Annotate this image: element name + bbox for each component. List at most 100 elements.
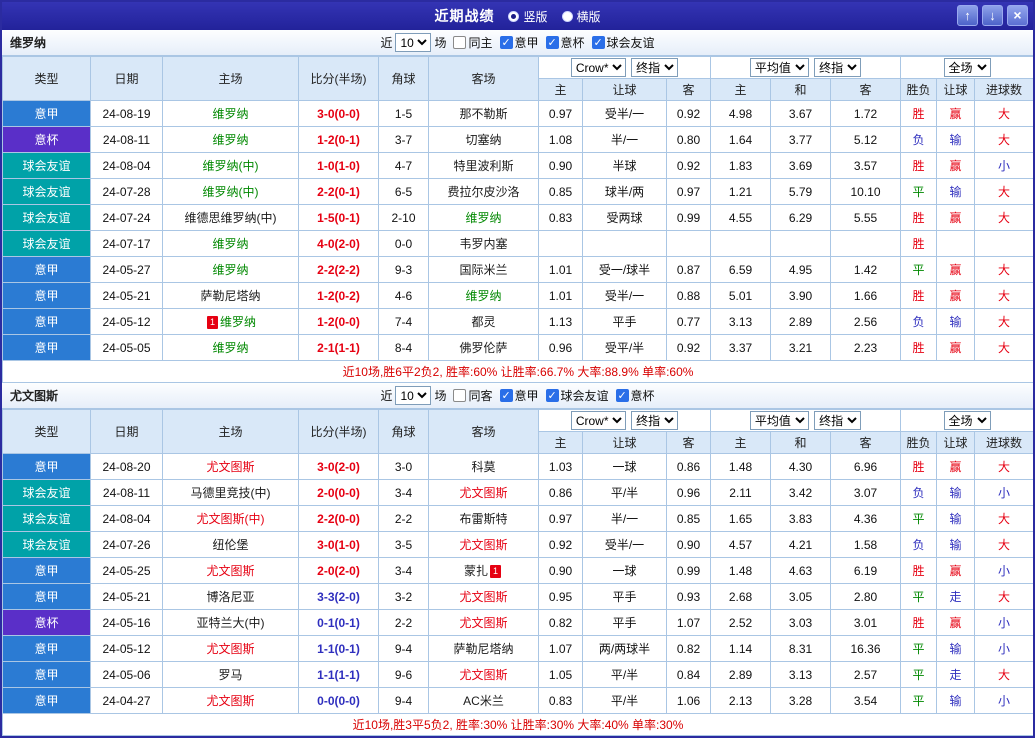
col-header-corner: 角球 — [378, 56, 429, 101]
layout-radio-horizontal[interactable]: 横版 — [561, 8, 601, 25]
odds-handicap-cell: 平/半 — [582, 687, 667, 714]
odds-away-cell — [666, 230, 711, 257]
same-home-checkbox[interactable]: 同主 — [453, 34, 493, 51]
team-name[interactable]: 尤文图斯 — [206, 694, 254, 708]
league-cell: 意杯 — [2, 126, 91, 153]
checkbox-checked-icon — [545, 389, 559, 402]
close-button[interactable]: × — [1007, 5, 1028, 26]
league-filter-checkbox-1[interactable]: 球会友谊 — [545, 387, 609, 404]
league-filter-checkbox-2[interactable]: 意杯 — [615, 387, 655, 404]
layout-radio-vertical[interactable]: 竖版 — [508, 8, 548, 25]
checkbox-checked-icon — [499, 36, 513, 49]
odds-stage-select-2[interactable]: 终指 — [814, 411, 862, 430]
league-cell: 意杯 — [2, 609, 91, 636]
sub-header-away-avg: 客 — [829, 78, 902, 101]
team-name[interactable]: 维罗纳 — [465, 289, 501, 303]
avg-draw-cell: 3.69 — [770, 152, 831, 179]
fulltime-select[interactable]: 全场 — [943, 411, 991, 430]
league-filter-checkbox-0[interactable]: 意甲 — [499, 387, 539, 404]
team-name[interactable]: 尤文图斯 — [459, 590, 507, 604]
team-name[interactable]: 维罗纳 — [212, 107, 248, 121]
sub-header-home-avg: 主 — [710, 78, 771, 101]
team-name[interactable]: 尤文图斯 — [206, 460, 254, 474]
team-name[interactable]: 维罗纳 — [212, 341, 248, 355]
team-name[interactable]: 尤文图斯 — [459, 486, 507, 500]
league-filter-checkbox-1[interactable]: 意杯 — [545, 34, 585, 51]
team-name[interactable]: 马德里竞技(中) — [191, 486, 271, 500]
team-name[interactable]: 韦罗内塞 — [459, 237, 507, 251]
match-row: 意杯 24-05-16 亚特兰大(中) 0-1(0-1) 2-2 尤文图斯 0.82 平手 1.… — [2, 609, 1033, 636]
bookmaker-select[interactable]: Crow* — [570, 411, 626, 430]
team-name[interactable]: 都灵 — [471, 315, 495, 329]
team-name[interactable]: 蒙扎 — [464, 564, 488, 578]
scroll-up-button[interactable]: ↑ — [957, 5, 978, 26]
radio-unselected-icon — [561, 10, 573, 22]
odds-home-cell: 0.82 — [538, 609, 583, 636]
team-name[interactable]: 切塞纳 — [465, 133, 501, 147]
match-count-select[interactable]: 10 — [395, 386, 432, 405]
team-name[interactable]: 萨勒尼塔纳 — [200, 289, 260, 303]
average-select[interactable]: 平均值 — [749, 58, 809, 77]
team-name[interactable]: 科莫 — [471, 460, 495, 474]
away-cell: 尤文图斯 — [428, 583, 539, 610]
odds-stage-select-2[interactable]: 终指 — [814, 58, 862, 77]
sub-header-handicap: 让球 — [582, 431, 667, 454]
match-row: 意甲 24-04-27 尤文图斯 0-0(0-0) 9-4 AC米兰 0.83 平/半 1.06… — [2, 687, 1033, 714]
league-cell: 球会友谊 — [2, 505, 91, 532]
bookmaker-select[interactable]: Crow* — [570, 58, 626, 77]
team-name[interactable]: 维罗纳(中) — [203, 185, 259, 199]
team-name[interactable]: 尤文图斯(中) — [197, 512, 265, 526]
team-name[interactable]: 国际米兰 — [459, 263, 507, 277]
team-name[interactable]: 维罗纳 — [465, 211, 501, 225]
team-name[interactable]: 博洛尼亚 — [206, 590, 254, 604]
col-header-score: 比分(半场) — [298, 56, 379, 101]
match-count-select[interactable]: 10 — [395, 33, 432, 52]
avg-home-cell — [710, 230, 771, 257]
date-cell: 24-05-21 — [90, 282, 163, 309]
team-name[interactable]: 尤文图斯 — [459, 668, 507, 682]
team-name[interactable]: 尤文图斯 — [206, 642, 254, 656]
odds-away-cell: 0.92 — [666, 100, 711, 127]
team-name[interactable]: 萨勒尼塔纳 — [453, 642, 513, 656]
team-name[interactable]: 维罗纳(中) — [203, 159, 259, 173]
team-name[interactable]: 罗马 — [218, 668, 242, 682]
team-name[interactable]: AC米兰 — [463, 694, 504, 708]
team-name[interactable]: 亚特兰大(中) — [197, 616, 265, 630]
team-name[interactable]: 纽伦堡 — [212, 538, 248, 552]
team-name[interactable]: 尤文图斯 — [459, 616, 507, 630]
result-wdl-cell: 胜 — [900, 609, 938, 636]
result-handicap-cell: 输 — [936, 531, 976, 558]
team-name[interactable]: 尤文图斯 — [459, 538, 507, 552]
team-name[interactable]: 维罗纳 — [212, 237, 248, 251]
checkbox-checked-icon — [499, 389, 513, 402]
team-name[interactable]: 维罗纳 — [212, 263, 248, 277]
avg-home-cell: 4.55 — [710, 204, 771, 231]
same-away-checkbox[interactable]: 同客 — [453, 387, 493, 404]
score-cell: 1-2(0-0) — [298, 308, 379, 335]
odds-stage-select[interactable]: 终指 — [631, 411, 679, 430]
scroll-down-button[interactable]: ↓ — [982, 5, 1003, 26]
team-name[interactable]: 佛罗伦萨 — [459, 341, 507, 355]
team-name[interactable]: 特里波利斯 — [453, 159, 513, 173]
team-name[interactable]: 尤文图斯 — [206, 564, 254, 578]
odds-handicap-cell: 受半/一 — [582, 282, 667, 309]
result-handicap-cell: 赢 — [936, 334, 976, 361]
team-name[interactable]: 维罗纳 — [220, 315, 256, 329]
score-cell: 3-0(0-0) — [298, 100, 379, 127]
titlebar: 近期战绩 竖版 横版 ↑ ↓ × — [2, 2, 1033, 30]
fulltime-select[interactable]: 全场 — [943, 58, 991, 77]
team-name[interactable]: 那不勒斯 — [459, 107, 507, 121]
league-filter-checkbox-2[interactable]: 球会友谊 — [591, 34, 655, 51]
avg-draw-cell: 3.90 — [770, 282, 831, 309]
league-cell: 意甲 — [2, 453, 91, 480]
team-name[interactable]: 费拉尔皮沙洛 — [447, 185, 519, 199]
result-wdl-cell: 胜 — [900, 282, 938, 309]
average-select[interactable]: 平均值 — [749, 411, 809, 430]
league-cell: 意甲 — [2, 583, 91, 610]
team-name[interactable]: 维德思维罗纳(中) — [185, 211, 277, 225]
team-name[interactable]: 维罗纳 — [212, 133, 248, 147]
odds-stage-select[interactable]: 终指 — [631, 58, 679, 77]
col-header-corner: 角球 — [378, 409, 429, 454]
team-name[interactable]: 布雷斯特 — [459, 512, 507, 526]
league-filter-checkbox-0[interactable]: 意甲 — [499, 34, 539, 51]
